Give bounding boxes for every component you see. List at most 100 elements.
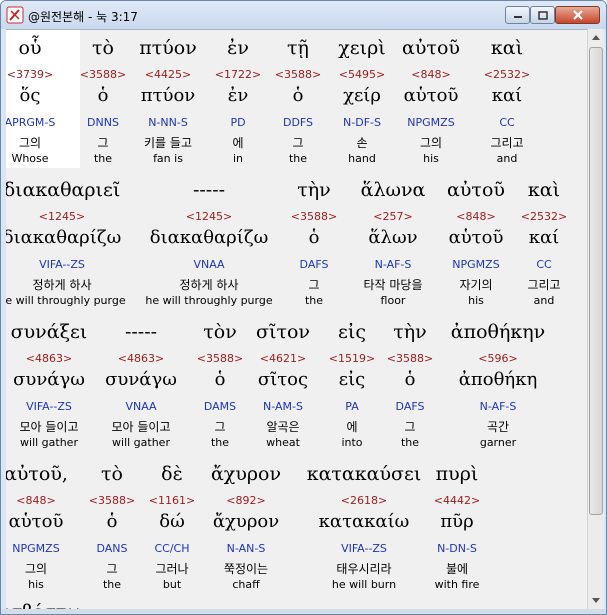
word-strong[interactable]: <2532> bbox=[521, 210, 567, 223]
word-strong[interactable]: <1161> bbox=[149, 494, 195, 507]
word-strong[interactable]: <4621> bbox=[260, 352, 306, 365]
word-strong[interactable]: <257> bbox=[373, 210, 412, 223]
word-greek[interactable]: αὐτοῦ, bbox=[6, 463, 68, 485]
word-lemma: αὑτοῦ bbox=[403, 85, 459, 106]
selected-word-highlight bbox=[6, 30, 80, 168]
word-english: into bbox=[341, 436, 363, 449]
word-lemma: διακαθαρίζω bbox=[149, 227, 269, 248]
word-parse: NPGMZS bbox=[452, 258, 500, 271]
word-greek[interactable]: ----- bbox=[125, 321, 157, 343]
word-lemma: ὁ bbox=[292, 85, 304, 106]
close-button[interactable] bbox=[555, 6, 600, 24]
word-strong[interactable]: <4863> bbox=[26, 352, 72, 365]
word-parse: PA bbox=[345, 400, 359, 413]
word-greek[interactable]: συνάξει bbox=[11, 321, 88, 343]
word-strong[interactable]: <848> bbox=[16, 494, 55, 507]
word-greek[interactable]: τὴν bbox=[297, 179, 330, 201]
word-strong[interactable]: <2618> bbox=[341, 494, 387, 507]
word-lemma: χείρ bbox=[343, 85, 381, 106]
word-parse: DNNS bbox=[87, 116, 119, 129]
word-korean: 그의 bbox=[24, 562, 48, 576]
word-lemma: πῦρ bbox=[440, 511, 474, 532]
partial-row-greek: ἀσβέστῳ. bbox=[6, 601, 88, 609]
word-strong[interactable]: <2532> bbox=[484, 68, 530, 81]
word-strong[interactable]: <3588> bbox=[387, 352, 433, 365]
word-parse: CC bbox=[536, 258, 552, 271]
word-parse: CC/CH bbox=[154, 542, 190, 555]
word-strong[interactable]: <892> bbox=[226, 494, 265, 507]
word-strong[interactable]: <3588> bbox=[89, 494, 135, 507]
word-strong[interactable]: <1519> bbox=[329, 352, 375, 365]
scroll-down-button[interactable] bbox=[588, 592, 604, 609]
word-greek[interactable]: ἅλωνα bbox=[361, 179, 426, 201]
word-greek[interactable]: αὐτοῦ bbox=[447, 179, 505, 201]
word-korean: 그 bbox=[106, 562, 118, 576]
word-greek[interactable]: διακαθαριεῖ bbox=[6, 179, 120, 201]
word-greek[interactable]: αὐτοῦ bbox=[402, 37, 460, 59]
word-parse: DAFS bbox=[299, 258, 329, 271]
maximize-button[interactable] bbox=[530, 6, 555, 24]
word-greek[interactable]: σῖτον bbox=[256, 321, 310, 343]
word-strong[interactable]: <3588> bbox=[275, 68, 321, 81]
word-strong[interactable]: <596> bbox=[478, 352, 517, 365]
word-english: the bbox=[304, 294, 324, 307]
minimize-button[interactable] bbox=[505, 6, 530, 24]
interlinear-view[interactable]: οὗ <3739> ὅς APRGM-S 그의 Whose τὸ <3588> ὁ DNNS 그 th… bbox=[6, 29, 587, 609]
word-english: he will burn bbox=[331, 578, 397, 591]
word-strong[interactable]: <3588> bbox=[291, 210, 337, 223]
word-greek[interactable]: τῇ bbox=[287, 37, 309, 59]
word-strong[interactable]: <3588> bbox=[80, 68, 126, 81]
word-english: garner bbox=[479, 436, 517, 449]
scroll-thumb[interactable] bbox=[589, 47, 603, 515]
word-korean: 그의 bbox=[419, 136, 443, 150]
word-parse: APRGM-S bbox=[6, 116, 56, 129]
word-greek[interactable]: καὶ bbox=[528, 179, 560, 201]
word-greek[interactable]: δὲ bbox=[161, 463, 183, 485]
word-strong[interactable]: <4425> bbox=[145, 68, 191, 81]
word-korean: 손 bbox=[356, 136, 368, 150]
word-strong[interactable]: <848> bbox=[456, 210, 495, 223]
word-greek[interactable]: καὶ bbox=[491, 37, 523, 59]
word-korean: 에 bbox=[346, 420, 358, 434]
word-greek[interactable]: χειρὶ bbox=[338, 37, 385, 59]
word-greek[interactable]: τὴν bbox=[393, 321, 426, 343]
word-lemma: κατακαίω bbox=[318, 511, 410, 532]
word-parse: NPGMZS bbox=[12, 542, 60, 555]
word-english: he will throughly purge bbox=[145, 294, 273, 307]
word-greek[interactable]: ----- bbox=[193, 179, 225, 201]
word-greek[interactable]: ἐν bbox=[227, 37, 249, 59]
word-greek[interactable]: εἰς bbox=[338, 321, 366, 343]
word-greek[interactable]: πυρὶ bbox=[436, 463, 479, 485]
word-strong[interactable]: <4442> bbox=[434, 494, 480, 507]
word-strong[interactable]: <1245> bbox=[186, 210, 232, 223]
word-strong[interactable]: <5495> bbox=[339, 68, 385, 81]
word-strong[interactable]: <848> bbox=[411, 68, 450, 81]
word-english: the bbox=[400, 436, 420, 449]
vertical-scrollbar[interactable] bbox=[587, 29, 604, 609]
word-parse: NPGMZS bbox=[407, 116, 455, 129]
word-korean: 그러나 bbox=[155, 562, 189, 576]
word-english: but bbox=[162, 578, 182, 591]
word-greek[interactable]: τὸ bbox=[101, 463, 123, 485]
word-greek[interactable]: οὗ bbox=[19, 37, 42, 59]
title-bar[interactable]: @원전본해 - 눅 3:17 bbox=[1, 1, 606, 29]
word-lemma: πτύον bbox=[140, 85, 196, 106]
word-english: he will throughly purge bbox=[6, 294, 126, 307]
word-strong[interactable]: <1722> bbox=[215, 68, 261, 81]
word-strong[interactable]: <1245> bbox=[39, 210, 85, 223]
word-greek[interactable]: ἀποθήκην bbox=[451, 321, 545, 343]
word-parse: DAMS bbox=[203, 400, 237, 413]
word-parse: DDFS bbox=[282, 116, 314, 129]
app-window: @원전본해 - 눅 3:17 οὗ <3739> ὅς APRGM-S 그의 Whose τ… bbox=[0, 0, 607, 615]
word-greek[interactable]: τὸ bbox=[92, 37, 114, 59]
word-strong[interactable]: <3739> bbox=[7, 68, 53, 81]
word-greek[interactable]: ἄχυρον bbox=[211, 463, 281, 485]
word-strong[interactable]: <3588> bbox=[197, 352, 243, 365]
word-greek[interactable]: τὸν bbox=[203, 321, 237, 343]
close-icon bbox=[572, 10, 583, 20]
word-parse: N-AM-S bbox=[263, 400, 303, 413]
word-greek[interactable]: κατακαύσει bbox=[307, 463, 422, 485]
word-greek[interactable]: πτύον bbox=[139, 37, 197, 59]
scroll-up-button[interactable] bbox=[588, 29, 604, 46]
word-strong[interactable]: <4863> bbox=[118, 352, 164, 365]
